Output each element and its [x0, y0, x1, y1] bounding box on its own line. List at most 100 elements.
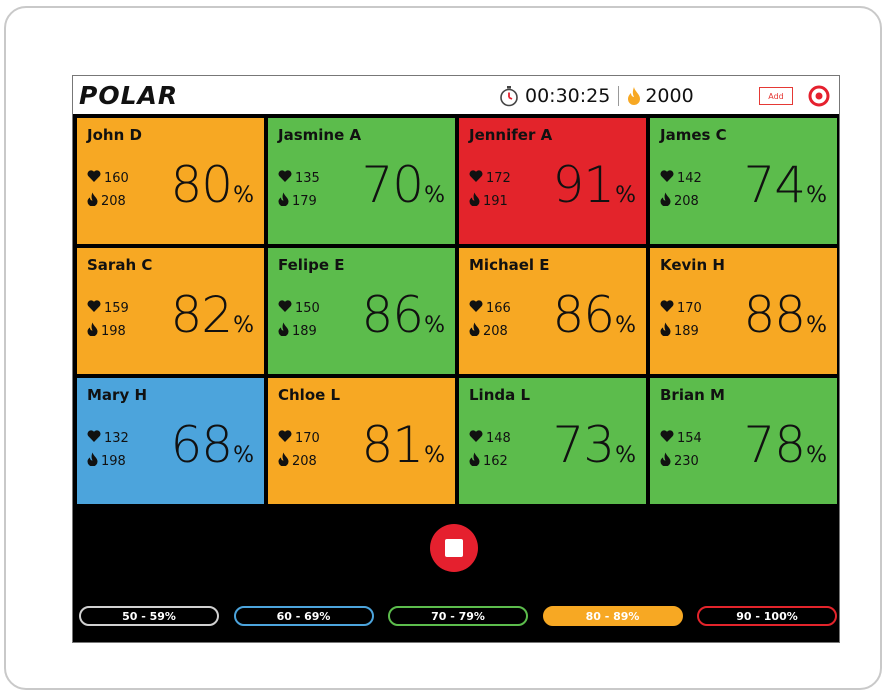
- heart-rate: 154: [660, 430, 702, 446]
- calories-value: 208: [101, 193, 126, 209]
- heart-icon: [278, 300, 295, 316]
- percent-unit: %: [424, 183, 445, 208]
- flame-icon: [469, 192, 483, 210]
- calories-value: 191: [483, 193, 508, 209]
- calories-value: 189: [292, 323, 317, 339]
- heart-rate-percent: 74%: [743, 160, 827, 210]
- flame-icon: [660, 452, 674, 470]
- heart-rate: 172: [469, 170, 511, 186]
- percent-unit: %: [233, 183, 254, 208]
- percent-value: 68: [170, 416, 233, 474]
- participant-tile[interactable]: Brian M 154 230 78%: [650, 378, 837, 504]
- heart-rate-value: 150: [295, 300, 320, 316]
- heart-rate-percent: 82%: [170, 290, 254, 340]
- participant-tile[interactable]: James C 142 208 74%: [650, 118, 837, 244]
- heart-rate: 132: [87, 430, 129, 446]
- percent-value: 82: [170, 286, 233, 344]
- percent-unit: %: [424, 313, 445, 338]
- participant-tile[interactable]: Felipe E 150 189 86%: [268, 248, 455, 374]
- percent-value: 86: [361, 286, 424, 344]
- participant-name: James C: [660, 126, 727, 144]
- flame-icon: [278, 322, 292, 340]
- flame-icon: [469, 322, 483, 340]
- zone-legend-item: 50 - 59%: [79, 606, 219, 626]
- heart-rate-percent: 81%: [361, 420, 445, 470]
- flame-icon: [660, 322, 674, 340]
- percent-unit: %: [615, 443, 636, 468]
- calories-value: 189: [674, 323, 699, 339]
- participant-tile[interactable]: John D 160 208 80%: [77, 118, 264, 244]
- calories: 208: [469, 322, 508, 340]
- heart-rate-value: 170: [295, 430, 320, 446]
- heart-rate-value: 148: [486, 430, 511, 446]
- top-bar: POLAR 00:30:25 2000 Add: [73, 76, 839, 114]
- heart-icon: [87, 430, 104, 446]
- heart-icon: [87, 170, 104, 186]
- calories: 189: [278, 322, 317, 340]
- zone-legend-item: 70 - 79%: [388, 606, 528, 626]
- percent-unit: %: [806, 313, 827, 338]
- percent-value: 91: [552, 156, 615, 214]
- participant-name: John D: [87, 126, 142, 144]
- stopwatch-icon: [499, 85, 519, 107]
- calories-value: 208: [674, 193, 699, 209]
- flame-icon: [278, 192, 292, 210]
- heart-rate-value: 154: [677, 430, 702, 446]
- participant-tile[interactable]: Michael E 166 208 86%: [459, 248, 646, 374]
- percent-value: 86: [552, 286, 615, 344]
- heart-rate: 142: [660, 170, 702, 186]
- heart-icon: [278, 430, 295, 446]
- participant-tile[interactable]: Sarah C 159 198 82%: [77, 248, 264, 374]
- heart-rate-value: 132: [104, 430, 129, 446]
- percent-value: 88: [743, 286, 806, 344]
- participant-tile[interactable]: Chloe L 170 208 81%: [268, 378, 455, 504]
- calories: 198: [87, 322, 126, 340]
- participant-tile[interactable]: Kevin H 170 189 88%: [650, 248, 837, 374]
- participant-name: Sarah C: [87, 256, 153, 274]
- stop-icon: [445, 539, 463, 557]
- calories-value: 208: [483, 323, 508, 339]
- zone-legend-item: 60 - 69%: [233, 606, 374, 626]
- flame-icon: [660, 192, 674, 210]
- participant-name: Felipe E: [278, 256, 345, 274]
- calories-value: 208: [292, 453, 317, 469]
- heart-rate-value: 142: [677, 170, 702, 186]
- percent-unit: %: [806, 443, 827, 468]
- participant-tile[interactable]: Jasmine A 135 179 70%: [268, 118, 455, 244]
- heart-rate-percent: 86%: [361, 290, 445, 340]
- participant-name: Brian M: [660, 386, 725, 404]
- heart-rate-percent: 78%: [743, 420, 827, 470]
- percent-value: 73: [552, 416, 615, 474]
- add-button[interactable]: Add: [759, 87, 793, 105]
- percent-unit: %: [615, 313, 636, 338]
- percent-value: 81: [361, 416, 424, 474]
- flame-icon: [627, 86, 641, 106]
- heart-rate-percent: 80%: [170, 160, 254, 210]
- heart-rate-percent: 88%: [743, 290, 827, 340]
- target-icon[interactable]: [808, 85, 830, 107]
- participant-tile[interactable]: Linda L 148 162 73%: [459, 378, 646, 504]
- heart-rate: 166: [469, 300, 511, 316]
- calories: 198: [87, 452, 126, 470]
- flame-icon: [87, 322, 101, 340]
- participant-tile[interactable]: Mary H 132 198 68%: [77, 378, 264, 504]
- calories: 191: [469, 192, 508, 210]
- app-screen: POLAR 00:30:25 2000 Add John D 160 208 8…: [72, 75, 840, 643]
- session-status: 00:30:25 2000: [499, 83, 694, 109]
- participant-name: Jasmine A: [278, 126, 362, 144]
- zone-legend: 50 - 59% 60 - 69% 70 - 79% 80 - 89% 90 - 100…: [79, 606, 837, 628]
- percent-unit: %: [424, 443, 445, 468]
- heart-icon: [660, 170, 677, 186]
- calories: 189: [660, 322, 699, 340]
- participant-tile[interactable]: Jennifer A 172 191 91%: [459, 118, 646, 244]
- tablet-frame: POLAR 00:30:25 2000 Add John D 160 208 8…: [4, 6, 882, 690]
- heart-rate-percent: 91%: [552, 160, 636, 210]
- stop-button[interactable]: [430, 524, 478, 572]
- heart-icon: [660, 430, 677, 446]
- heart-icon: [469, 300, 486, 316]
- heart-rate: 159: [87, 300, 129, 316]
- percent-value: 80: [170, 156, 233, 214]
- calories-value: 198: [101, 453, 126, 469]
- heart-rate: 135: [278, 170, 320, 186]
- heart-icon: [469, 430, 486, 446]
